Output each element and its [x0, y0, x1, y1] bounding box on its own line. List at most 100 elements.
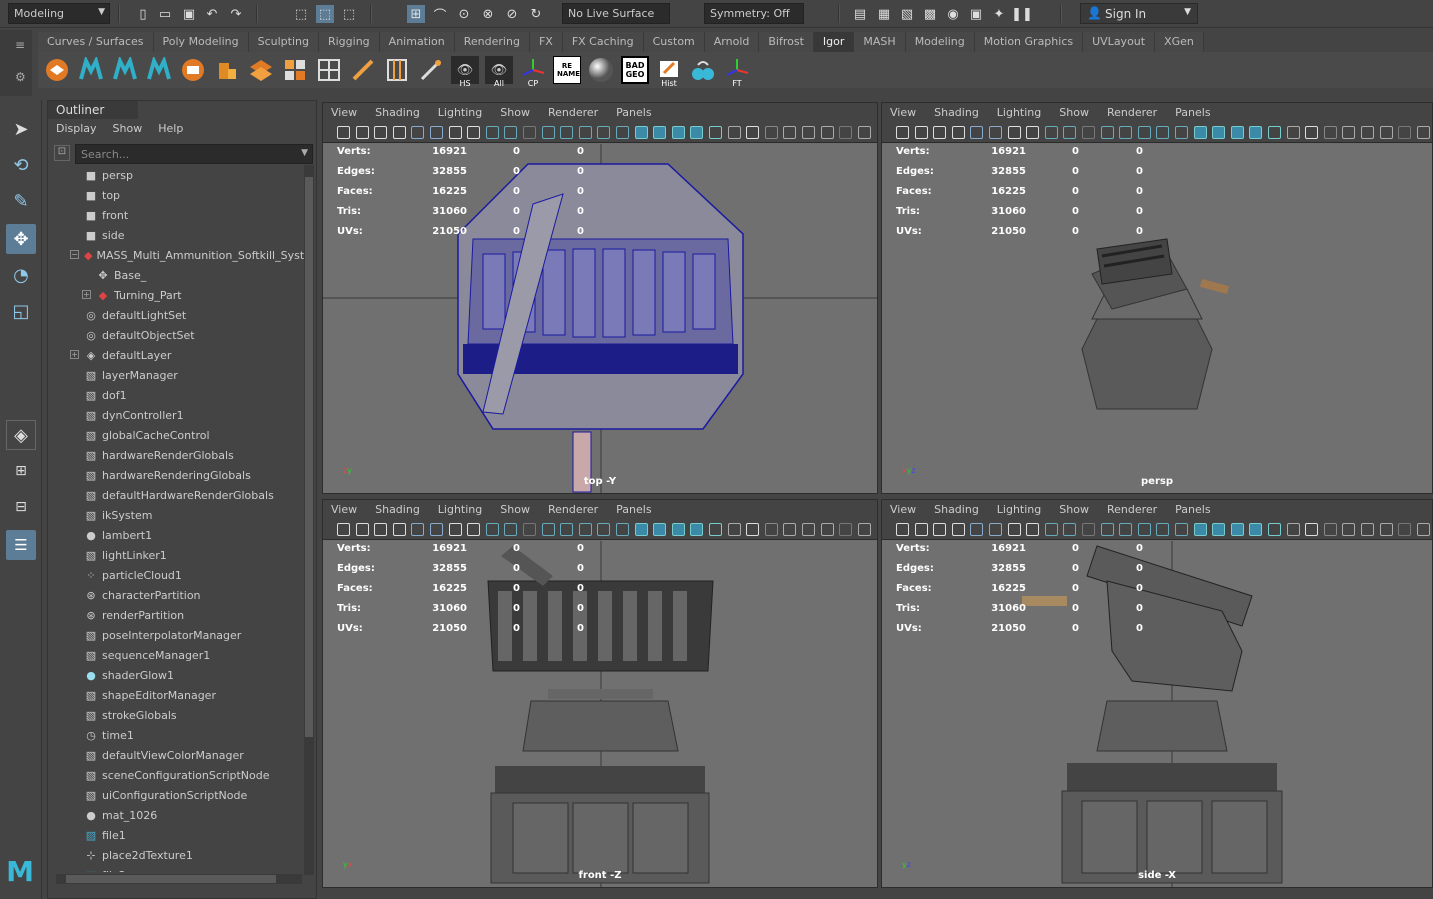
shelf-tool-icon[interactable]	[43, 56, 71, 84]
outliner-item[interactable]: ● shaderGlow1	[48, 665, 306, 685]
delete-history-icon[interactable]: Hist	[655, 56, 683, 88]
shelf-tab[interactable]: Arnold	[704, 32, 760, 52]
panel-tool-icon[interactable]	[485, 523, 499, 536]
panel-tool-icon[interactable]	[857, 523, 871, 536]
outliner-item[interactable]: ▧ dynController1	[48, 405, 306, 425]
shelf-tab[interactable]: Rendering	[454, 32, 530, 52]
shelf-tab[interactable]: XGen	[1155, 32, 1204, 52]
panel-tool-icon[interactable]	[1063, 523, 1077, 536]
panel-tool-icon[interactable]	[560, 126, 574, 139]
panel-tool-icon[interactable]	[764, 126, 778, 139]
panel-tool-icon[interactable]	[355, 523, 369, 536]
snap-curve-icon[interactable]: ⌒	[431, 5, 449, 24]
paint-select-tool-icon[interactable]: ✎	[6, 186, 36, 216]
panel-tool-icon[interactable]	[671, 126, 685, 139]
shelf-tool-icon[interactable]	[281, 56, 309, 84]
render-frame-icon[interactable]: ▦	[875, 5, 893, 23]
panel-tool-icon[interactable]	[709, 523, 722, 536]
outliner-menu-help[interactable]: Help	[150, 121, 191, 139]
panel-tool-icon[interactable]	[764, 523, 778, 536]
panel-tool-icon[interactable]	[896, 126, 909, 139]
live-surface-field[interactable]: No Live Surface	[562, 3, 670, 24]
viewport-top[interactable]: View Shading Lighting Show Renderer Panels Ve…	[322, 102, 878, 494]
panel-tool-icon[interactable]	[467, 126, 481, 139]
outliner-item[interactable]: ● lambert1	[48, 525, 306, 545]
redo-icon[interactable]: ↷	[227, 5, 245, 23]
outliner-item[interactable]: + ◈ defaultLayer	[48, 345, 306, 365]
panel-tool-icon[interactable]	[430, 126, 443, 139]
panel-tool-icon[interactable]	[1063, 126, 1077, 139]
panel-tool-icon[interactable]	[1212, 523, 1226, 536]
panel-tool-icon[interactable]	[1230, 126, 1244, 139]
panel-tool-icon[interactable]	[1100, 523, 1114, 536]
outliner-item[interactable]: ■ persp	[48, 165, 306, 185]
two-view-layout-icon[interactable]: ⊟	[6, 492, 36, 522]
panel-tool-icon[interactable]	[690, 523, 704, 536]
shelf-tab[interactable]: FX	[529, 32, 563, 52]
panel-tool-icon[interactable]	[523, 523, 536, 536]
panel-tool-icon[interactable]	[933, 126, 947, 139]
panel-tool-icon[interactable]	[634, 523, 648, 536]
outliner-item[interactable]: + ◆ Turning_Part	[48, 285, 306, 305]
undo-icon[interactable]: ↶	[203, 5, 221, 23]
panel-tool-icon[interactable]	[597, 523, 611, 536]
panel-tool-icon[interactable]	[839, 126, 853, 139]
outliner-item[interactable]: ■ top	[48, 185, 306, 205]
hs-icon[interactable]: 👁 HS	[451, 56, 479, 88]
panel-tool-icon[interactable]	[820, 523, 834, 536]
shelf-tab[interactable]: Curves / Surfaces	[38, 32, 154, 52]
panel-tool-icon[interactable]	[1323, 523, 1337, 536]
panel-tool-icon[interactable]	[783, 126, 797, 139]
panel-tool-icon[interactable]	[1137, 523, 1151, 536]
outliner-item[interactable]: ▧ layerManager	[48, 365, 306, 385]
panel-menu-item[interactable]: View	[890, 500, 924, 520]
snap-view-plane-icon[interactable]: ⊘	[503, 5, 521, 23]
scale-tool-icon[interactable]: ◱	[6, 296, 36, 326]
panel-tool-icon[interactable]	[597, 126, 611, 139]
outliner-item[interactable]: ▧ defaultViewColorManager	[48, 745, 306, 765]
move-tool-icon[interactable]: ✥	[6, 224, 36, 254]
outliner-vertical-scrollbar[interactable]	[304, 165, 314, 875]
panel-tool-icon[interactable]	[448, 523, 462, 536]
panel-menu-item[interactable]: Panels	[1175, 500, 1218, 520]
rename-icon[interactable]: RE NAME	[553, 56, 581, 84]
render-settings-icon[interactable]: ▩	[921, 5, 939, 23]
ipr-render-icon[interactable]: ▧	[898, 5, 916, 23]
panel-tool-icon[interactable]	[1212, 126, 1226, 139]
shelf-tab[interactable]: FX Caching	[562, 32, 644, 52]
panel-tool-icon[interactable]	[709, 126, 722, 139]
panel-menu-item[interactable]: Shading	[934, 500, 987, 520]
panel-tool-icon[interactable]	[411, 523, 425, 536]
panel-menu-item[interactable]: Lighting	[438, 103, 490, 123]
panel-tool-icon[interactable]	[560, 523, 574, 536]
panel-tool-icon[interactable]	[374, 126, 388, 139]
panel-tool-icon[interactable]	[1119, 523, 1133, 536]
panel-tool-icon[interactable]	[578, 523, 592, 536]
outliner-item[interactable]: − ◆ MASS_Multi_Ammunition_Softkill_Syste	[48, 245, 306, 265]
shelf-tab[interactable]: Modeling	[905, 32, 975, 52]
panel-tool-icon[interactable]	[1044, 523, 1058, 536]
panel-tool-icon[interactable]	[1044, 126, 1058, 139]
outliner-item[interactable]: ● mat_1026	[48, 805, 306, 825]
viewport-canvas[interactable]: Verts: 16921 0 0 Edges: 32855 0 0 Faces: 16225 0 0 T…	[882, 541, 1432, 887]
outliner-item[interactable]: ▧ sequenceManager1	[48, 645, 306, 665]
outliner-item[interactable]: ▧ shapeEditorManager	[48, 685, 306, 705]
light-editor-icon[interactable]: ✦	[990, 5, 1008, 23]
panel-menu-item[interactable]: View	[331, 500, 365, 520]
panel-tool-icon[interactable]	[933, 523, 947, 536]
panel-tool-icon[interactable]	[746, 523, 760, 536]
panel-tool-icon[interactable]	[541, 126, 555, 139]
shelf-tool-icon[interactable]	[145, 56, 173, 84]
panel-tool-icon[interactable]	[392, 523, 406, 536]
outliner-item[interactable]: ▧ ikSystem	[48, 505, 306, 525]
shelf-tab[interactable]: Rigging	[318, 32, 380, 52]
viewport-persp[interactable]: View Shading Lighting Show Renderer Panels Ve…	[881, 102, 1433, 494]
panel-tool-icon[interactable]	[820, 126, 834, 139]
panel-tool-icon[interactable]	[504, 523, 518, 536]
panel-tool-icon[interactable]	[1007, 523, 1021, 536]
panel-tool-icon[interactable]	[616, 523, 629, 536]
panel-tool-icon[interactable]	[896, 523, 909, 536]
shelf-tool-icon[interactable]	[247, 56, 275, 84]
panel-tool-icon[interactable]	[1305, 523, 1319, 536]
shelf-tool-icon[interactable]	[179, 56, 207, 84]
